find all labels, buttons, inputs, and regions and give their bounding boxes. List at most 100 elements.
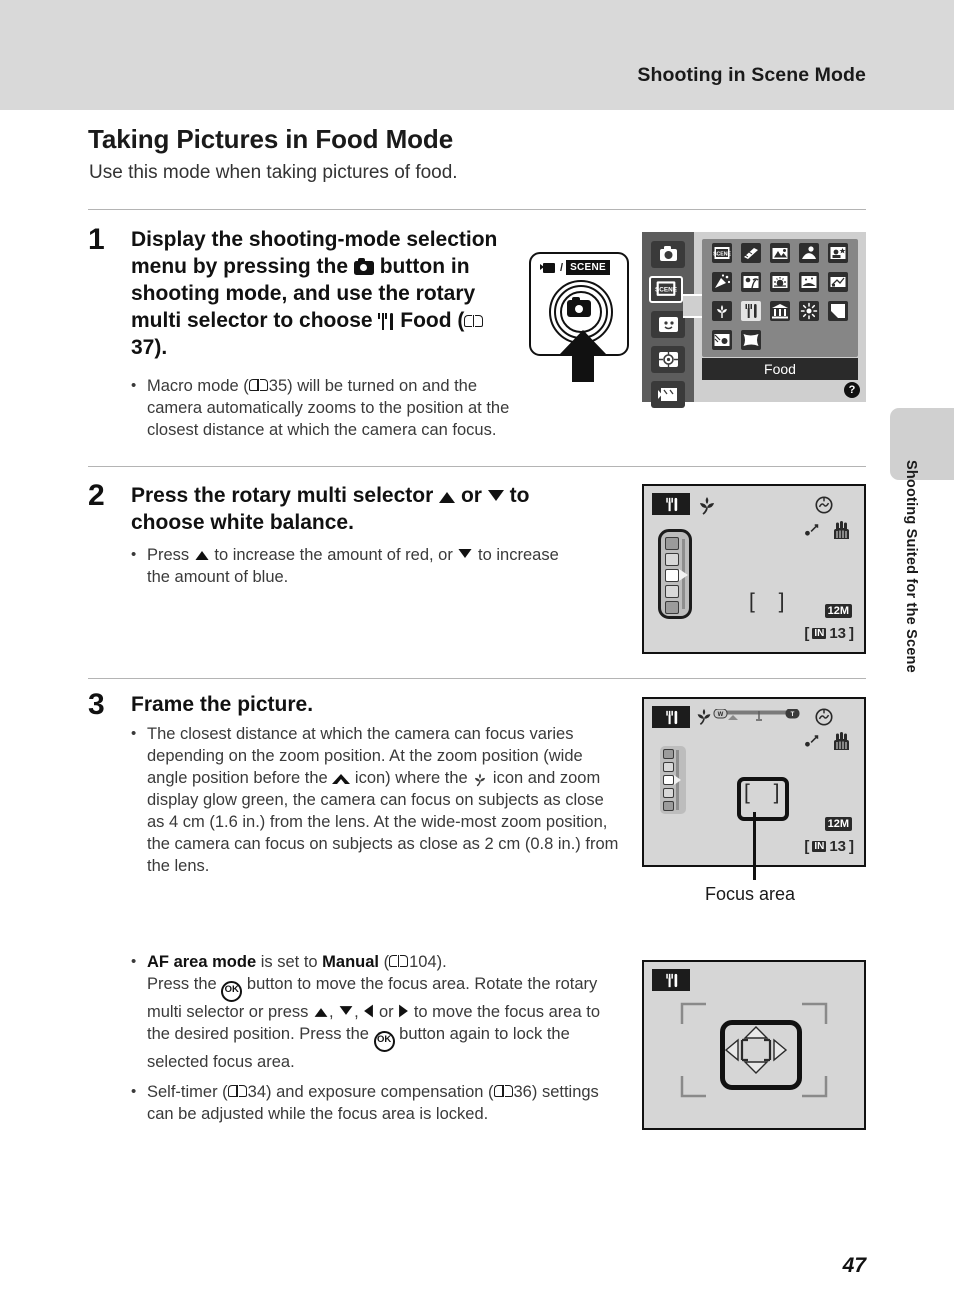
subject-tracking-tab[interactable] [651,346,685,373]
wb-slider-knob[interactable] [674,775,681,785]
af-page-ref: 104 [409,953,437,971]
scene-icon-grid: SCENE [702,239,858,357]
down-arrow-icon [487,490,504,501]
scene-icon-sunset[interactable] [770,272,790,292]
bullet-marker: • [131,546,137,563]
svg-text:T: T [791,712,795,718]
smart-portrait-tab[interactable] [651,311,685,338]
step-2-number: 2 [88,479,105,512]
shots-remaining-count: 13 [829,625,846,642]
bullet-content: The closest distance at which the camera… [147,724,621,878]
wb-step-3[interactable] [663,788,674,798]
help-icon[interactable]: ? [844,382,860,398]
white-balance-screen: [ ] 12M [IN 13] [642,484,866,654]
scene-icon-backlight[interactable] [712,330,732,350]
shots-remaining-indicator: [IN 13] [804,625,854,642]
scene-icon-sports[interactable] [741,243,761,263]
wb-step-0[interactable] [663,749,674,759]
step-2-heading-pre: Press the rotary multi selector [131,484,434,507]
bullet-marker: • [131,1082,137,1100]
movie-record-icon [540,262,557,274]
scene-icon-night-portrait[interactable] [799,243,819,263]
shooting-mode-button-icon [567,296,591,317]
zoom-bullet-part2: icon) where the [354,768,468,787]
page-number: 47 [842,1254,866,1277]
scene-mode-caption: Food [702,358,858,380]
scene-icon-food-selected[interactable] [741,301,761,321]
header-band [0,0,954,110]
image-size-badge: 12M [824,817,852,831]
white-balance-slider[interactable] [658,529,692,619]
blur-warning-hand-icon [830,731,852,756]
wide-angle-icon [332,773,351,784]
wb-step-2-selected[interactable] [665,569,679,582]
af-area-mode-term: AF area mode [147,953,257,971]
up-arrow-icon [314,1008,328,1017]
wb-step-3[interactable] [665,585,679,598]
step-3-heading: Frame the picture. [131,693,314,716]
step-2-bullets: • Press to increase the amount of red, o… [131,545,561,591]
svg-text:SCENE: SCENE [713,252,731,258]
scene-icon-black-white-copy[interactable] [828,301,848,321]
scene-icon-dusk-dawn[interactable] [799,272,819,292]
manual-value-term: Manual [322,953,380,971]
scene-icon-panorama[interactable] [741,330,761,350]
step-2-heading: Press the rotary multi selector or to ch… [131,483,571,537]
scene-icon-fireworks[interactable] [799,301,819,321]
ok-button-icon: OK [221,980,243,1002]
af-tail: ). [436,953,447,971]
right-arrow-icon [399,1004,409,1018]
wb-step-0[interactable] [665,537,679,550]
macro-mode-icon [694,707,714,732]
wb-slider-knob[interactable] [679,569,688,581]
scene-icon-night-landscape[interactable] [828,243,848,263]
page-intro: Use this mode when taking pictures of fo… [89,162,458,183]
focus-area-brackets: [ ] [744,781,789,804]
focus-area-brackets: [ ] [749,590,794,613]
blur-warning-hand-icon [830,520,852,545]
auto-mode-tab[interactable] [651,241,685,268]
step-1-mode-name: Food [400,308,452,332]
af-or: or [378,1002,394,1021]
four-way-move-indicator[interactable] [720,1020,802,1090]
focus-area-callout-label: Focus area [705,884,796,904]
zoom-indicator: W T [712,708,800,725]
scene-icon-beach[interactable] [741,272,761,292]
bullet-marker: • [131,953,137,970]
scene-icon-close-up-museum[interactable] [828,272,848,292]
food-mode-chip [652,706,690,728]
bullet-item: • The closest distance at which the came… [131,724,621,878]
scene-icon-scene-auto[interactable]: SCENE [712,243,732,263]
up-arrow-icon [195,550,209,561]
wb-step-4[interactable] [665,601,679,614]
step-3-bullet-zoom: • The closest distance at which the came… [131,724,621,880]
timer-pre: Self-timer ( [147,1082,228,1101]
bullet-item: • Self-timer (34) and exposure compensat… [131,1082,613,1126]
shots-remaining-indicator: [IN 13] [804,838,854,855]
movie-mode-tab[interactable] [651,381,685,408]
step-2-bullet-mid: to increase the amount of red, or [214,546,453,564]
scene-mode-tab[interactable]: SCENE [649,276,683,303]
scene-icon-party[interactable] [712,272,732,292]
motion-detection-icon [802,522,822,544]
frame-corner-bottom-left [680,1076,706,1098]
scene-icon-landscape[interactable] [770,243,790,263]
scene-icon-close-up[interactable] [712,301,732,321]
bullet-item: • Press to increase the amount of red, o… [131,545,561,589]
af-comma-1: , [328,1002,334,1021]
frame-corner-top-right [802,1002,828,1024]
timer-ref-1: 34 [247,1082,267,1101]
wb-step-1[interactable] [663,762,674,772]
food-mode-icon [378,312,394,330]
wb-step-4[interactable] [663,801,674,811]
white-balance-slider[interactable] [660,746,686,814]
bullet-item: • Macro mode (35) will be turned on and … [131,376,531,442]
focus-area-callout-line [753,812,756,880]
step-3-number: 3 [88,688,105,721]
page-reference-icon [493,1084,513,1098]
wb-step-2-selected[interactable] [663,775,674,785]
bullet-marker: • [131,725,137,742]
food-mode-chip [652,493,690,515]
wb-step-1[interactable] [665,553,679,566]
scene-icon-museum[interactable] [770,301,790,321]
